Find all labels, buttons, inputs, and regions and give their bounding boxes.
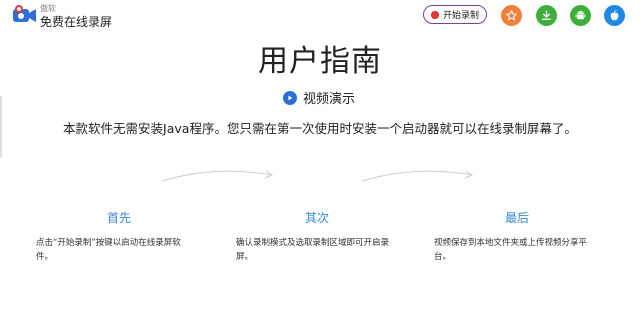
apple-button[interactable] (604, 5, 625, 26)
page-title: 用户指南 (258, 44, 382, 79)
start-recording-label: 开始录制 (442, 11, 479, 21)
record-dot-icon (430, 10, 439, 19)
video-demo-label: 视频演示 (303, 92, 356, 107)
star-icon (506, 10, 517, 21)
intro-description: 本款软件无需安装Java程序。您只需在第一次使用时安装一个启动器就可以在线录制屏… (63, 121, 577, 136)
download-icon (542, 10, 551, 20)
step-3-text: 视频保存到本地文件夹或上传视频分享平台。 (434, 238, 588, 262)
top-bar: 傲软 免费在线录屏 开始录制 (0, 0, 640, 32)
step-1-text: 点击“开始录制”按键以启动在线录屏软件。 (36, 238, 181, 262)
step-2-text: 确认录制模式及选取录制区域即可开启录屏。 (236, 238, 390, 262)
step-2-title: 其次 (304, 211, 329, 225)
logo-icon (12, 4, 38, 26)
step-arrow-icon (361, 170, 474, 182)
step-arrow-icon (161, 170, 274, 182)
video-demo-link[interactable]: 视频演示 (283, 88, 355, 107)
step-1-title: 首先 (106, 211, 131, 225)
download-button[interactable] (536, 5, 557, 26)
apple-icon (610, 10, 619, 21)
brand-name: 免费在线录屏 (40, 15, 113, 29)
play-icon (283, 90, 297, 105)
android-button[interactable] (570, 5, 591, 26)
favorite-button[interactable] (501, 5, 522, 26)
start-recording-button[interactable]: 开始录制 (423, 5, 487, 24)
android-icon (575, 11, 586, 20)
step-3-title: 最后 (504, 211, 529, 225)
